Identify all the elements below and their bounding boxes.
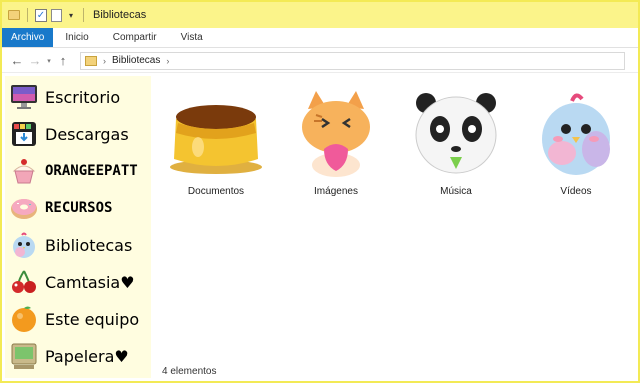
title-bar: ✓ ▾ Bibliotecas xyxy=(2,2,638,28)
library-documentos[interactable]: Documentos xyxy=(162,88,270,200)
sidebar-item-descargas[interactable]: Descargas xyxy=(8,118,129,150)
panda-icon xyxy=(406,88,506,180)
folder-icon xyxy=(85,55,97,66)
ribbon-tabs: Archivo Inicio Compartir Vista xyxy=(2,28,638,48)
download-box-icon xyxy=(8,119,40,149)
library-label: Documentos xyxy=(187,186,245,197)
sidebar-item-orangeepatt[interactable]: ORANGEEPATT xyxy=(8,155,138,187)
chevron-right-icon: › xyxy=(103,55,106,66)
cupcake-icon xyxy=(8,156,40,186)
library-label: Música xyxy=(440,186,472,197)
orange-icon xyxy=(8,304,40,334)
library-label: Imágenes xyxy=(314,186,358,197)
sidebar-item-papelera[interactable]: Papelera♥ xyxy=(8,340,129,372)
chevron-right-icon[interactable]: › xyxy=(166,56,169,66)
sidebar-item-label: Descargas xyxy=(45,124,129,144)
cat-icon xyxy=(286,88,386,180)
forward-icon[interactable]: → xyxy=(26,53,44,68)
folder-icon[interactable] xyxy=(8,10,20,20)
sidebar-item-bibliotecas[interactable]: Bibliotecas xyxy=(8,229,132,261)
sidebar-item-escritorio[interactable]: Escritorio xyxy=(8,81,120,113)
properties-icon[interactable]: ✓ xyxy=(35,8,47,22)
sidebar-item-label: ORANGEEPATT xyxy=(45,163,138,179)
window-title: Bibliotecas xyxy=(93,9,147,21)
sidebar-item-label: Escritorio xyxy=(45,87,121,107)
donut-icon xyxy=(8,193,40,223)
sidebar-item-este-equipo[interactable]: Este equipo xyxy=(8,303,139,335)
address-bar[interactable]: › Bibliotecas › xyxy=(80,51,625,70)
tab-vista[interactable]: Vista xyxy=(169,28,215,47)
sidebar-item-label: RECURSOS xyxy=(45,200,113,216)
new-folder-icon[interactable] xyxy=(51,8,62,22)
sidebar-item-label: Camtasia♥ xyxy=(45,272,135,292)
library-imagenes[interactable]: Imágenes xyxy=(282,88,390,200)
navigation-pane: Escritorio Descargas ORANGEEPATT RECURSO… xyxy=(5,76,151,378)
separator xyxy=(27,8,28,22)
sidebar-item-label: Bibliotecas xyxy=(45,235,133,255)
file-view: Documentos Imágenes Música Vídeos xyxy=(154,76,638,360)
flan-icon xyxy=(166,88,266,180)
sidebar-item-label: Este equipo xyxy=(45,309,140,329)
chevron-down-icon[interactable]: ▾ xyxy=(44,57,54,65)
library-label: Vídeos xyxy=(560,186,592,197)
retro-computer-icon xyxy=(8,341,40,371)
sidebar-item-camtasia[interactable]: Camtasia♥ xyxy=(8,266,135,298)
tab-compartir[interactable]: Compartir xyxy=(101,28,169,47)
quick-access-toolbar: ✓ ▾ xyxy=(8,8,87,22)
back-icon[interactable]: ← xyxy=(8,53,26,68)
library-musica[interactable]: Música xyxy=(402,88,510,200)
item-count: 4 elementos xyxy=(162,365,217,377)
bird-icon xyxy=(526,88,626,180)
chevron-down-icon[interactable]: ▾ xyxy=(66,11,76,20)
cherries-icon xyxy=(8,267,40,297)
up-arrow-icon[interactable]: ↑ xyxy=(54,53,72,68)
sidebar-item-recursos[interactable]: RECURSOS xyxy=(8,192,112,224)
library-videos[interactable]: Vídeos xyxy=(522,88,630,200)
breadcrumb-bibliotecas[interactable]: Bibliotecas xyxy=(112,55,160,66)
sidebar-item-label: Papelera♥ xyxy=(45,346,129,366)
tab-archivo[interactable]: Archivo xyxy=(2,28,54,47)
address-row: ← → ▾ ↑ › Bibliotecas › xyxy=(2,49,638,73)
status-bar: 4 elementos xyxy=(154,362,638,380)
monitor-icon xyxy=(8,82,40,112)
explorer-window: ✓ ▾ Bibliotecas Archivo Inicio Compartir… xyxy=(0,0,640,383)
tab-inicio[interactable]: Inicio xyxy=(53,28,100,47)
separator xyxy=(83,8,84,22)
bird-icon xyxy=(8,230,40,260)
